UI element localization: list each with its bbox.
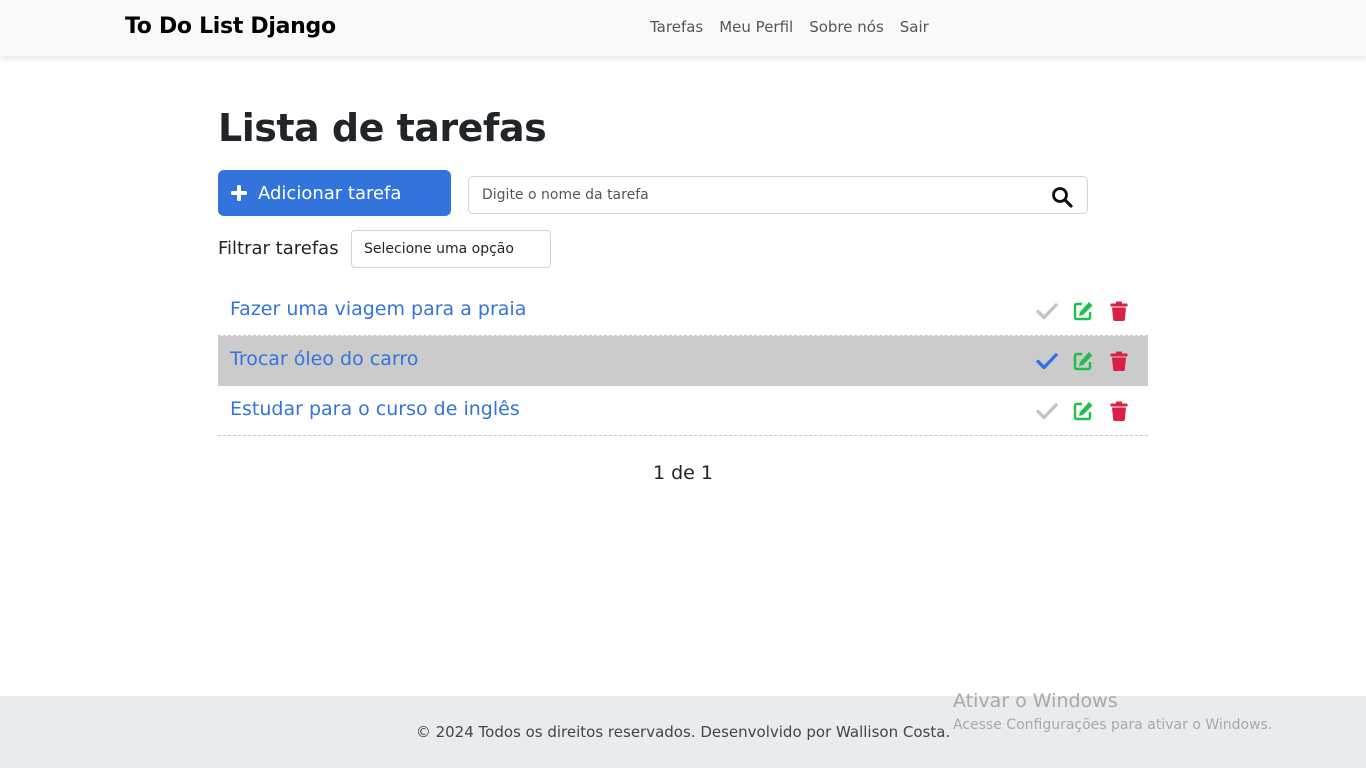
trash-icon[interactable] bbox=[1108, 300, 1130, 322]
nav-link-sobre-nos[interactable]: Sobre nós bbox=[809, 18, 884, 36]
nav-links: Tarefas Meu Perfil Sobre nós Sair bbox=[650, 18, 929, 36]
navbar: To Do List Django Tarefas Meu Perfil Sob… bbox=[0, 0, 1366, 56]
task-title[interactable]: Trocar óleo do carro bbox=[230, 348, 418, 370]
task-actions bbox=[1036, 350, 1130, 372]
search-input[interactable] bbox=[469, 177, 1039, 213]
task-row: Trocar óleo do carro bbox=[218, 336, 1148, 386]
nav-link-meu-perfil[interactable]: Meu Perfil bbox=[719, 18, 793, 36]
search-box bbox=[468, 176, 1088, 214]
nav-link-tarefas[interactable]: Tarefas bbox=[650, 18, 703, 36]
trash-icon[interactable] bbox=[1108, 350, 1130, 372]
edit-icon[interactable] bbox=[1072, 400, 1094, 422]
brand-logo[interactable]: To Do List Django bbox=[125, 14, 336, 39]
filter-select[interactable]: Selecione uma opção bbox=[351, 230, 551, 268]
watermark-subtitle: Acesse Configurações para ativar o Windo… bbox=[953, 717, 1273, 733]
add-task-button[interactable]: Adicionar tarefa bbox=[218, 170, 451, 216]
task-title[interactable]: Fazer uma viagem para a praia bbox=[230, 298, 526, 320]
windows-activation-watermark: Ativar o Windows Acesse Configurações pa… bbox=[953, 689, 1272, 735]
edit-icon[interactable] bbox=[1072, 300, 1094, 322]
task-actions bbox=[1036, 400, 1130, 422]
add-task-label: Adicionar tarefa bbox=[258, 182, 402, 204]
check-icon[interactable] bbox=[1036, 350, 1058, 372]
nav-link-sair[interactable]: Sair bbox=[900, 18, 929, 36]
watermark-title: Ativar o Windows bbox=[953, 690, 1118, 712]
task-actions bbox=[1036, 300, 1130, 322]
task-list: Fazer uma viagem para a praia Trocar óle… bbox=[218, 286, 1148, 436]
check-icon[interactable] bbox=[1036, 300, 1058, 322]
plus-icon bbox=[231, 185, 247, 201]
search-icon[interactable] bbox=[1051, 186, 1073, 208]
task-title[interactable]: Estudar para o curso de inglês bbox=[230, 398, 520, 420]
filter-label: Filtrar tarefas bbox=[218, 238, 339, 259]
check-icon[interactable] bbox=[1036, 400, 1058, 422]
edit-icon[interactable] bbox=[1072, 350, 1094, 372]
page-title: Lista de tarefas bbox=[218, 106, 547, 150]
task-row: Fazer uma viagem para a praia bbox=[218, 286, 1148, 336]
trash-icon[interactable] bbox=[1108, 400, 1130, 422]
task-row: Estudar para o curso de inglês bbox=[218, 386, 1148, 436]
pagination-info: 1 de 1 bbox=[652, 462, 713, 484]
